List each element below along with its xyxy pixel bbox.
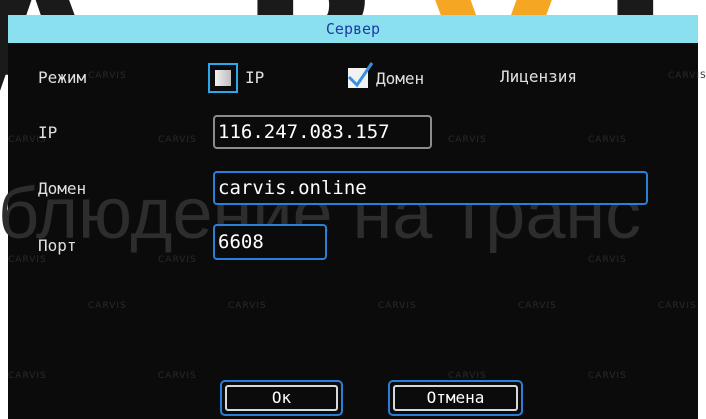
ip-mode-checkbox[interactable]: [208, 63, 238, 93]
cancel-button[interactable]: Отмена: [388, 380, 523, 416]
carvis-watermark: CARVIS: [658, 301, 697, 311]
carvis-watermark: CARVIS: [378, 301, 417, 311]
ok-button[interactable]: Ок: [220, 380, 343, 416]
carvis-watermark: CARVIS: [88, 301, 127, 311]
carvis-watermark: CARVIS: [588, 135, 627, 145]
carvis-watermark: CARVIS: [8, 371, 47, 381]
ip-mode-label: IP: [245, 68, 265, 87]
ip-input[interactable]: 116.247.083.157: [213, 115, 432, 149]
carvis-watermark: CARVIS: [668, 71, 706, 81]
domain-label: Домен: [38, 179, 87, 198]
ok-button-label: Ок: [225, 385, 338, 411]
carvis-watermark: CARVIS: [588, 371, 627, 381]
mode-label: Режим: [38, 68, 87, 87]
checkmark-icon: [347, 62, 374, 88]
carvis-watermark: CARVIS: [518, 301, 557, 311]
checkbox-unchecked-icon: [215, 70, 231, 86]
carvis-watermark: CARVIS: [158, 255, 197, 265]
ip-label: IP: [38, 123, 58, 142]
carvis-watermark: CARVIS: [158, 371, 197, 381]
carvis-watermark: CARVIS: [228, 301, 267, 311]
cancel-button-label: Отмена: [393, 385, 518, 411]
carvis-watermark: CARVIS: [448, 135, 487, 145]
carvis-watermark: CARVIS: [158, 135, 197, 145]
port-label: Порт: [38, 236, 77, 255]
carvis-watermark: CARVIS: [88, 71, 127, 81]
license-link[interactable]: Лицензия: [500, 67, 577, 87]
domain-mode-label: Домен: [376, 69, 425, 88]
carvis-watermark: CARVIS: [8, 255, 47, 265]
domain-input[interactable]: carvis.online: [213, 171, 648, 205]
server-dialog: Сервер блюдение на транс CARVIS CARVIS C…: [0, 15, 706, 419]
carvis-watermark: CARVIS: [588, 255, 627, 265]
domain-mode-checkbox[interactable]: [347, 62, 374, 88]
port-input[interactable]: 6608: [213, 224, 327, 260]
dialog-title: Сервер: [8, 15, 698, 43]
